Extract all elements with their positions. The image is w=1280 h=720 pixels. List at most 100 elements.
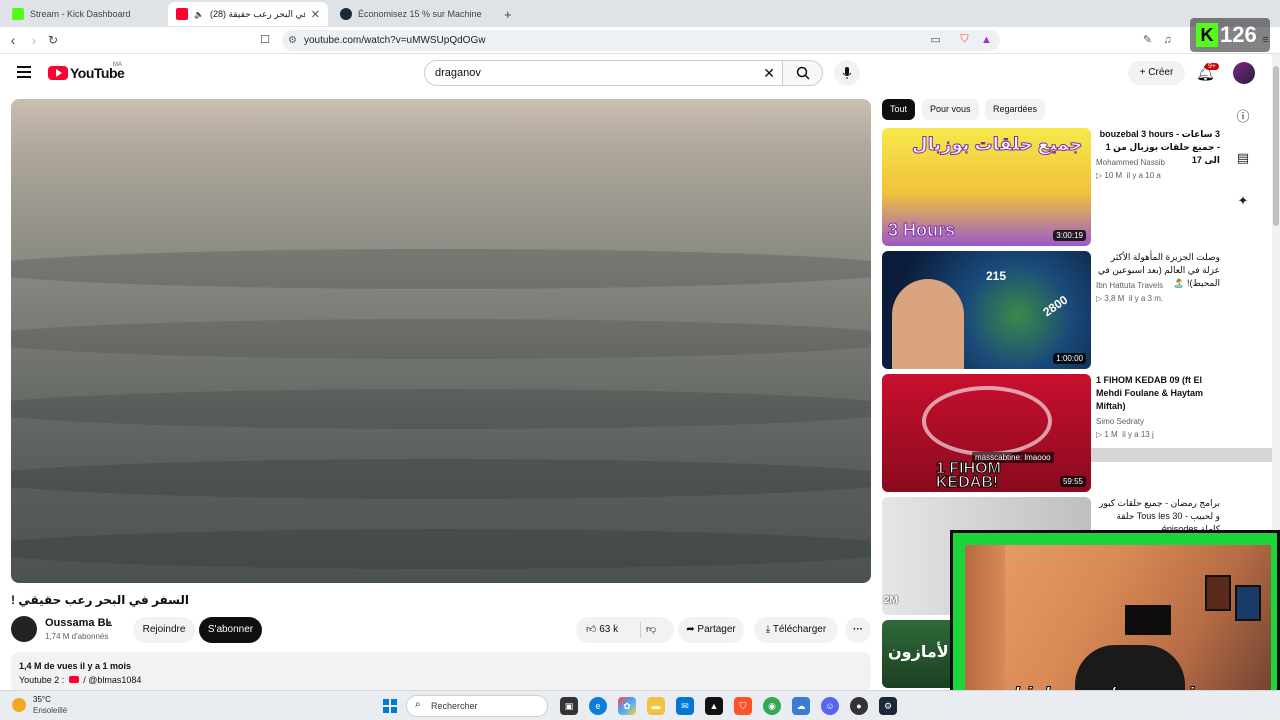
ai-sparkle-icon[interactable]: ✦ (1232, 190, 1254, 212)
like-icon[interactable]: 👍︎ (586, 624, 596, 635)
thumbnail-title: جميع حلقات بوزبال (911, 134, 1083, 155)
download-button[interactable]: ⤓ Télécharger (754, 617, 838, 643)
video-thumbnail[interactable]: 215 2800 1:00:00 (882, 251, 1091, 369)
mail-icon[interactable]: ✉ (676, 697, 694, 715)
tab-steam[interactable]: Économisez 15 % sur Machine Party (332, 2, 492, 26)
download-label: Télécharger (772, 624, 827, 635)
youtube-icon (68, 676, 79, 683)
thumbnail-title: 2M (884, 595, 898, 606)
duration-badge: 3:00:19 (1053, 230, 1086, 241)
video-thumbnail[interactable]: masscabtine: lmaooo 1 FIHOM KEDAB! 59:55 (882, 374, 1091, 492)
share-label: Partager (697, 624, 736, 635)
obs-icon[interactable]: ● (850, 697, 868, 715)
reload-icon[interactable]: ↻ (45, 32, 61, 48)
rec-channel[interactable]: Mohammed Nassib (1096, 158, 1165, 167)
join-button[interactable]: Rejoindre (133, 617, 195, 643)
file-explorer-icon[interactable]: ▬ (647, 697, 665, 715)
list-item[interactable]: 215 2800 1:00:00 وصلت الجزيرة المأهولة ا… (882, 251, 1272, 369)
extensions-icon[interactable]: ✎ (1140, 32, 1155, 47)
tab-youtube[interactable]: 🔈 (28) السفر في البحر رعب حقيقة... ✕ (168, 2, 328, 26)
description-handle[interactable]: / @blmas1084 (83, 675, 141, 685)
chrome-icon[interactable]: ◉ (763, 697, 781, 715)
windows-start-icon[interactable] (381, 697, 399, 715)
horizontal-divider (1091, 448, 1280, 462)
brave-rewards-icon[interactable]: ▲ (979, 32, 994, 47)
create-button[interactable]: + Créer (1128, 61, 1185, 85)
tab-label: (28) السفر في البحر رعب حقيقة... (209, 8, 305, 19)
create-label: Créer (1148, 67, 1174, 78)
dislike-icon[interactable]: 👎︎ (646, 617, 656, 643)
description-text: Youtube 2 : (19, 675, 65, 685)
cast-icon[interactable]: ▭ (928, 32, 943, 47)
copilot-icon[interactable]: ✿ (618, 697, 636, 715)
taskbar-search-input[interactable]: ⌕ Rechercher (406, 695, 548, 717)
rec-title[interactable]: 1 FIHOM KEDAB 09 (ft El Mehdi Foulane & … (1096, 374, 1220, 413)
youtube-logo-icon[interactable] (48, 66, 68, 80)
rec-channel[interactable]: Ibn Hattuta Travels (1096, 281, 1163, 290)
scrollbar-thumb[interactable] (1273, 66, 1279, 226)
thumbnail-subtitle: 3 Hours (887, 220, 956, 241)
chat-icon[interactable]: ▤ (1232, 147, 1254, 169)
site-info-icon: ⚙ (288, 35, 297, 46)
avatar[interactable] (1233, 62, 1255, 84)
clear-search-icon[interactable]: ✕ (763, 61, 775, 85)
voice-search-button[interactable] (834, 60, 860, 86)
kick-viewer-count: K 126 (1190, 18, 1270, 52)
list-item[interactable]: masscabtine: lmaooo 1 FIHOM KEDAB! 59:55… (882, 374, 1272, 492)
video-player[interactable] (11, 99, 871, 583)
thumbnail-title: 215 (986, 269, 1007, 283)
like-count[interactable]: 63 k (599, 624, 618, 635)
thumbnail-title: 1 FIHOM KEDAB! (936, 460, 1002, 491)
chip-watched[interactable]: Regardées (985, 99, 1046, 120)
bookmark-icon[interactable]: ☐ (257, 32, 273, 48)
verified-icon: ● (107, 618, 112, 627)
steam-icon (340, 8, 352, 20)
rec-channel[interactable]: Simo Sedraty (1096, 417, 1144, 426)
amd-icon[interactable]: ▲ (705, 697, 723, 715)
new-tab-button[interactable]: + (496, 2, 516, 26)
hamburger-menu-icon[interactable] (17, 66, 31, 78)
search-button[interactable] (782, 60, 823, 86)
subscribe-button[interactable]: S'abonner (199, 617, 262, 643)
list-item[interactable]: جميع حلقات بوزبال 3 Hours 3:00:19 3 ساعا… (882, 128, 1272, 246)
brave-shield-icon[interactable]: ⛉ (957, 32, 972, 47)
search-icon (796, 66, 810, 80)
rec-meta: ▷ 1 M il y a 13 j (1096, 430, 1154, 439)
download-icon: ⤓ (765, 624, 773, 635)
chip-for-you[interactable]: Pour vous (922, 99, 979, 120)
sun-icon (12, 698, 26, 712)
subscriber-count: 1,74 M d'abonnés (45, 632, 109, 641)
tab-label: Économisez 15 % sur Machine Party (358, 9, 484, 19)
tab-kick-dashboard[interactable]: Stream - Kick Dashboard (4, 2, 164, 26)
discord-icon[interactable]: ☺ (821, 697, 839, 715)
weather-temp[interactable]: 35°C (33, 695, 51, 704)
weather-text[interactable]: Ensoleillé (33, 706, 67, 715)
forward-icon[interactable]: › (26, 32, 42, 48)
close-tab-icon[interactable]: ✕ (311, 8, 320, 21)
browser-tab-bar: Stream - Kick Dashboard 🔈 (28) السفر في … (0, 0, 1280, 27)
url-field[interactable]: ⚙ youtube.com/watch?v=uMWSUpQdOGw (282, 30, 1000, 51)
info-icon[interactable]: ⓘ (1232, 104, 1254, 126)
search-input[interactable]: draganov ✕ (424, 60, 784, 86)
duration-badge: 1:00:00 (1053, 353, 1086, 364)
more-actions-icon[interactable]: ··· (845, 617, 871, 643)
rec-meta: ▷ 3,8 M il y a 3 m. (1096, 294, 1164, 303)
steam-icon[interactable]: ⚙ (879, 697, 897, 715)
channel-row: Oussama BL ● 1,74 M d'abonnés Rejoindre … (11, 616, 871, 646)
share-button[interactable]: ➦ Partager (678, 617, 744, 643)
region-code: MA (113, 62, 122, 68)
video-thumbnail[interactable]: جميع حلقات بوزبال 3 Hours 3:00:19 (882, 128, 1091, 246)
chip-all[interactable]: Tout (882, 99, 916, 120)
description-box[interactable]: 1,4 M de vues il y a 1 mois Youtube 2 : … (11, 652, 871, 692)
media-icon[interactable]: ♫ (1160, 32, 1175, 47)
channel-name[interactable]: Oussama BL (45, 617, 112, 629)
task-view-icon[interactable]: ▣ (560, 697, 578, 715)
app-icon[interactable]: ☁ (792, 697, 810, 715)
edge-icon[interactable]: e (589, 697, 607, 715)
channel-avatar[interactable] (11, 616, 37, 642)
back-icon[interactable]: ‹ (5, 32, 21, 48)
video-title: السفر في البحر رعب حقيقي ! (11, 593, 189, 607)
brave-icon[interactable]: ⛉ (734, 697, 752, 715)
kick-logo-icon: K (1196, 23, 1218, 47)
person-face (892, 279, 964, 369)
